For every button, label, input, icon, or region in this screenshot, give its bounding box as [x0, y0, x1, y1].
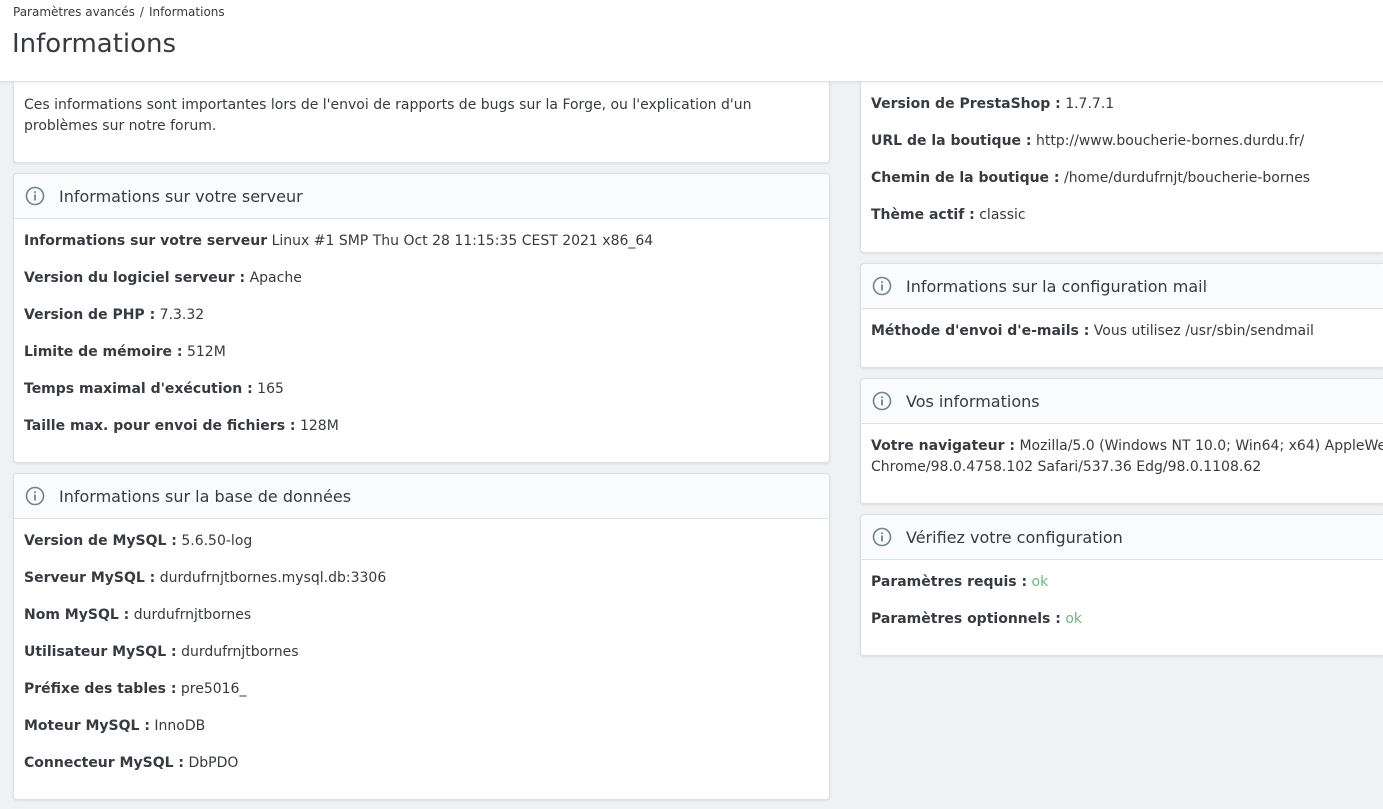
- max-upload-size-row: Taille max. pour envoi de fichiers : 128…: [24, 418, 339, 434]
- memory-limit-row: Limite de mémoire : 512M: [24, 344, 226, 360]
- page-title: Informations: [12, 29, 177, 59]
- intro-card: Ces informations sont importantes lors d…: [13, 70, 830, 163]
- database-info-card: Informations sur la base de données Vers…: [13, 473, 830, 800]
- server-info-row: Informations sur votre serveur Linux #1 …: [24, 233, 654, 249]
- server-info-title: Informations sur votre serveur: [59, 186, 303, 206]
- table-prefix-row: Préfixe des tables : pre5016_: [24, 681, 247, 697]
- breadcrumb: Paramètres avancés / Informations: [13, 5, 225, 19]
- optional-params-row: Paramètres optionnels : ok: [871, 611, 1082, 627]
- mysql-name-row: Nom MySQL : durdufrnjtbornes: [24, 607, 252, 623]
- database-info-card-header: Informations sur la base de données: [14, 474, 829, 519]
- breadcrumb-current: Informations: [148, 5, 225, 19]
- your-info-card-header: Vos informations: [861, 379, 1383, 424]
- mail-config-title: Informations sur la configuration mail: [906, 276, 1208, 296]
- info-circle-icon: [872, 527, 892, 547]
- php-version-row: Version de PHP : 7.3.32: [24, 307, 205, 323]
- max-execution-time-row: Temps maximal d'exécution : 165: [24, 381, 284, 397]
- shop-url-row: URL de la boutique : http://www.boucheri…: [871, 133, 1305, 149]
- mysql-version-row: Version de MySQL : 5.6.50-log: [24, 533, 253, 549]
- check-config-title: Vérifiez votre configuration: [906, 527, 1123, 547]
- page-header: Paramètres avancés / Informations Informat…: [0, 0, 1383, 82]
- mysql-connector-row: Connecteur MySQL : DbPDO: [24, 755, 239, 771]
- info-circle-icon: [25, 186, 45, 206]
- mysql-server-row: Serveur MySQL : durdufrnjtbornes.mysql.d…: [24, 570, 387, 586]
- your-info-card: Vos informations Votre navigateur : Mozi…: [860, 378, 1383, 504]
- info-circle-icon: [872, 391, 892, 411]
- shop-path-row: Chemin de la boutique : /home/durdufrnjt…: [871, 170, 1311, 186]
- database-info-title: Informations sur la base de données: [59, 486, 352, 506]
- browser-row: Votre navigateur : Mozilla/5.0 (Windows …: [871, 438, 1383, 454]
- mysql-engine-row: Moteur MySQL : InnoDB: [24, 718, 206, 734]
- shop-info-card: Version de PrestaShop : 1.7.7.1 URL de l…: [860, 70, 1383, 253]
- check-config-card-header: Vérifiez votre configuration: [861, 515, 1383, 560]
- server-info-card: Informations sur votre serveur Informati…: [13, 173, 830, 463]
- mail-method-row: Méthode d'envoi d'e-mails : Vous utilise…: [871, 323, 1314, 339]
- required-params-row: Paramètres requis : ok: [871, 574, 1049, 590]
- server-software-row: Version du logiciel serveur : Apache: [24, 270, 302, 286]
- optional-params-status: ok: [1065, 611, 1082, 627]
- required-params-status: ok: [1031, 574, 1049, 590]
- browser-row-continued: Chrome/98.0.4758.102 Safari/537.36 Edg/9…: [871, 459, 1262, 475]
- breadcrumb-separator: /: [139, 5, 144, 19]
- prestashop-version-row: Version de PrestaShop : 1.7.7.1: [871, 96, 1115, 112]
- your-info-title: Vos informations: [906, 391, 1040, 411]
- check-config-card: Vérifiez votre configuration Paramètres …: [860, 514, 1383, 656]
- breadcrumb-link-advanced-parameters[interactable]: Paramètres avancés: [13, 5, 135, 19]
- mail-config-card: Informations sur la configuration mail M…: [860, 263, 1383, 368]
- info-circle-icon: [872, 276, 892, 296]
- mysql-user-row: Utilisateur MySQL : durdufrnjtbornes: [24, 644, 299, 660]
- server-info-card-header: Informations sur votre serveur: [14, 174, 829, 219]
- info-circle-icon: [25, 486, 45, 506]
- mail-config-card-header: Informations sur la configuration mail: [861, 264, 1383, 309]
- active-theme-row: Thème actif : classic: [871, 207, 1026, 223]
